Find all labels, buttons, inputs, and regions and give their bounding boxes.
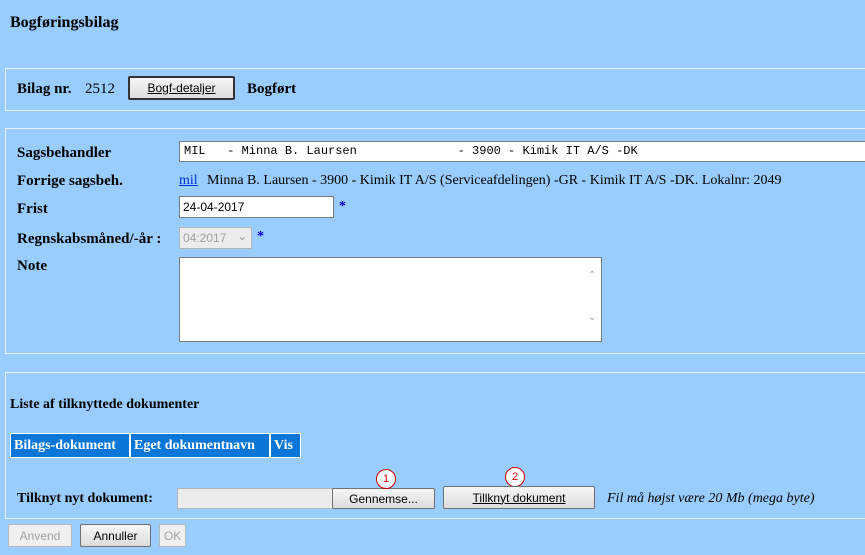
anvend-button[interactable]: Anvend — [8, 524, 72, 547]
note-scrollbar[interactable]: ⌃ ⌄ — [584, 258, 601, 341]
bilag-label: Bilag nr. — [17, 81, 72, 97]
attach-document-label: Tillknyt dokument — [472, 490, 566, 505]
forrige-sagsbeh-label: Forrige sagsbeh. — [17, 173, 123, 189]
col-eget-dokumentnavn: Eget dokumentnavn — [130, 433, 270, 458]
bogf-detaljer-button[interactable]: Bogf-detaljer — [128, 76, 235, 100]
frist-label: Frist — [17, 201, 48, 217]
regnskab-required-mark: * — [257, 229, 264, 244]
page-title: Bogføringsbilag — [10, 14, 119, 31]
ok-button[interactable]: OK — [159, 524, 186, 547]
col-vis: Vis — [270, 433, 301, 458]
scroll-up-icon[interactable]: ⌃ — [588, 270, 596, 281]
status-text: Bogført — [247, 81, 297, 97]
file-path-input[interactable] — [177, 488, 333, 509]
note-textarea[interactable]: ⌃ ⌄ — [179, 257, 602, 342]
forrige-sagsbeh-link[interactable]: mil — [179, 173, 198, 189]
attach-document-button[interactable]: Tillknyt dokument — [443, 486, 595, 509]
file-size-note: Fil må højst være 20 Mb (mega byte) — [607, 491, 815, 506]
annuller-button[interactable]: Annuller — [80, 524, 151, 547]
scroll-down-icon[interactable]: ⌄ — [588, 312, 596, 323]
sagsbehandler-label: Sagsbehandler — [17, 145, 112, 161]
bogf-detaljer-label: Bogf-detaljer — [147, 81, 216, 95]
regnskab-value: 04:2017 — [183, 231, 227, 245]
frist-input[interactable]: 24-04-2017 — [179, 196, 334, 218]
regnskab-select[interactable]: 04:2017 ⌄ — [179, 227, 252, 249]
frist-required-mark: * — [339, 199, 346, 214]
browse-button[interactable]: Gennemse... — [332, 488, 435, 509]
chevron-down-icon: ⌄ — [237, 231, 247, 243]
sagsbehandler-select[interactable]: MIL - Minna B. Laursen - 3900 - Kimik IT… — [179, 141, 865, 162]
bilag-number: 2512 — [85, 81, 115, 97]
note-label: Note — [17, 258, 47, 274]
regnskab-label: Regnskabsmåned/-år : — [17, 231, 162, 247]
marker-2: 2 — [505, 467, 525, 487]
forrige-sagsbeh-text: Minna B. Laursen - 3900 - Kimik IT A/S (… — [207, 173, 782, 188]
documents-heading: Liste af tilknyttede dokumenter — [10, 397, 200, 412]
col-bilags-dokument: Bilags-dokument — [10, 433, 130, 458]
attach-label: Tilknyt nyt dokument: — [17, 491, 153, 506]
marker-1: 1 — [376, 469, 396, 489]
